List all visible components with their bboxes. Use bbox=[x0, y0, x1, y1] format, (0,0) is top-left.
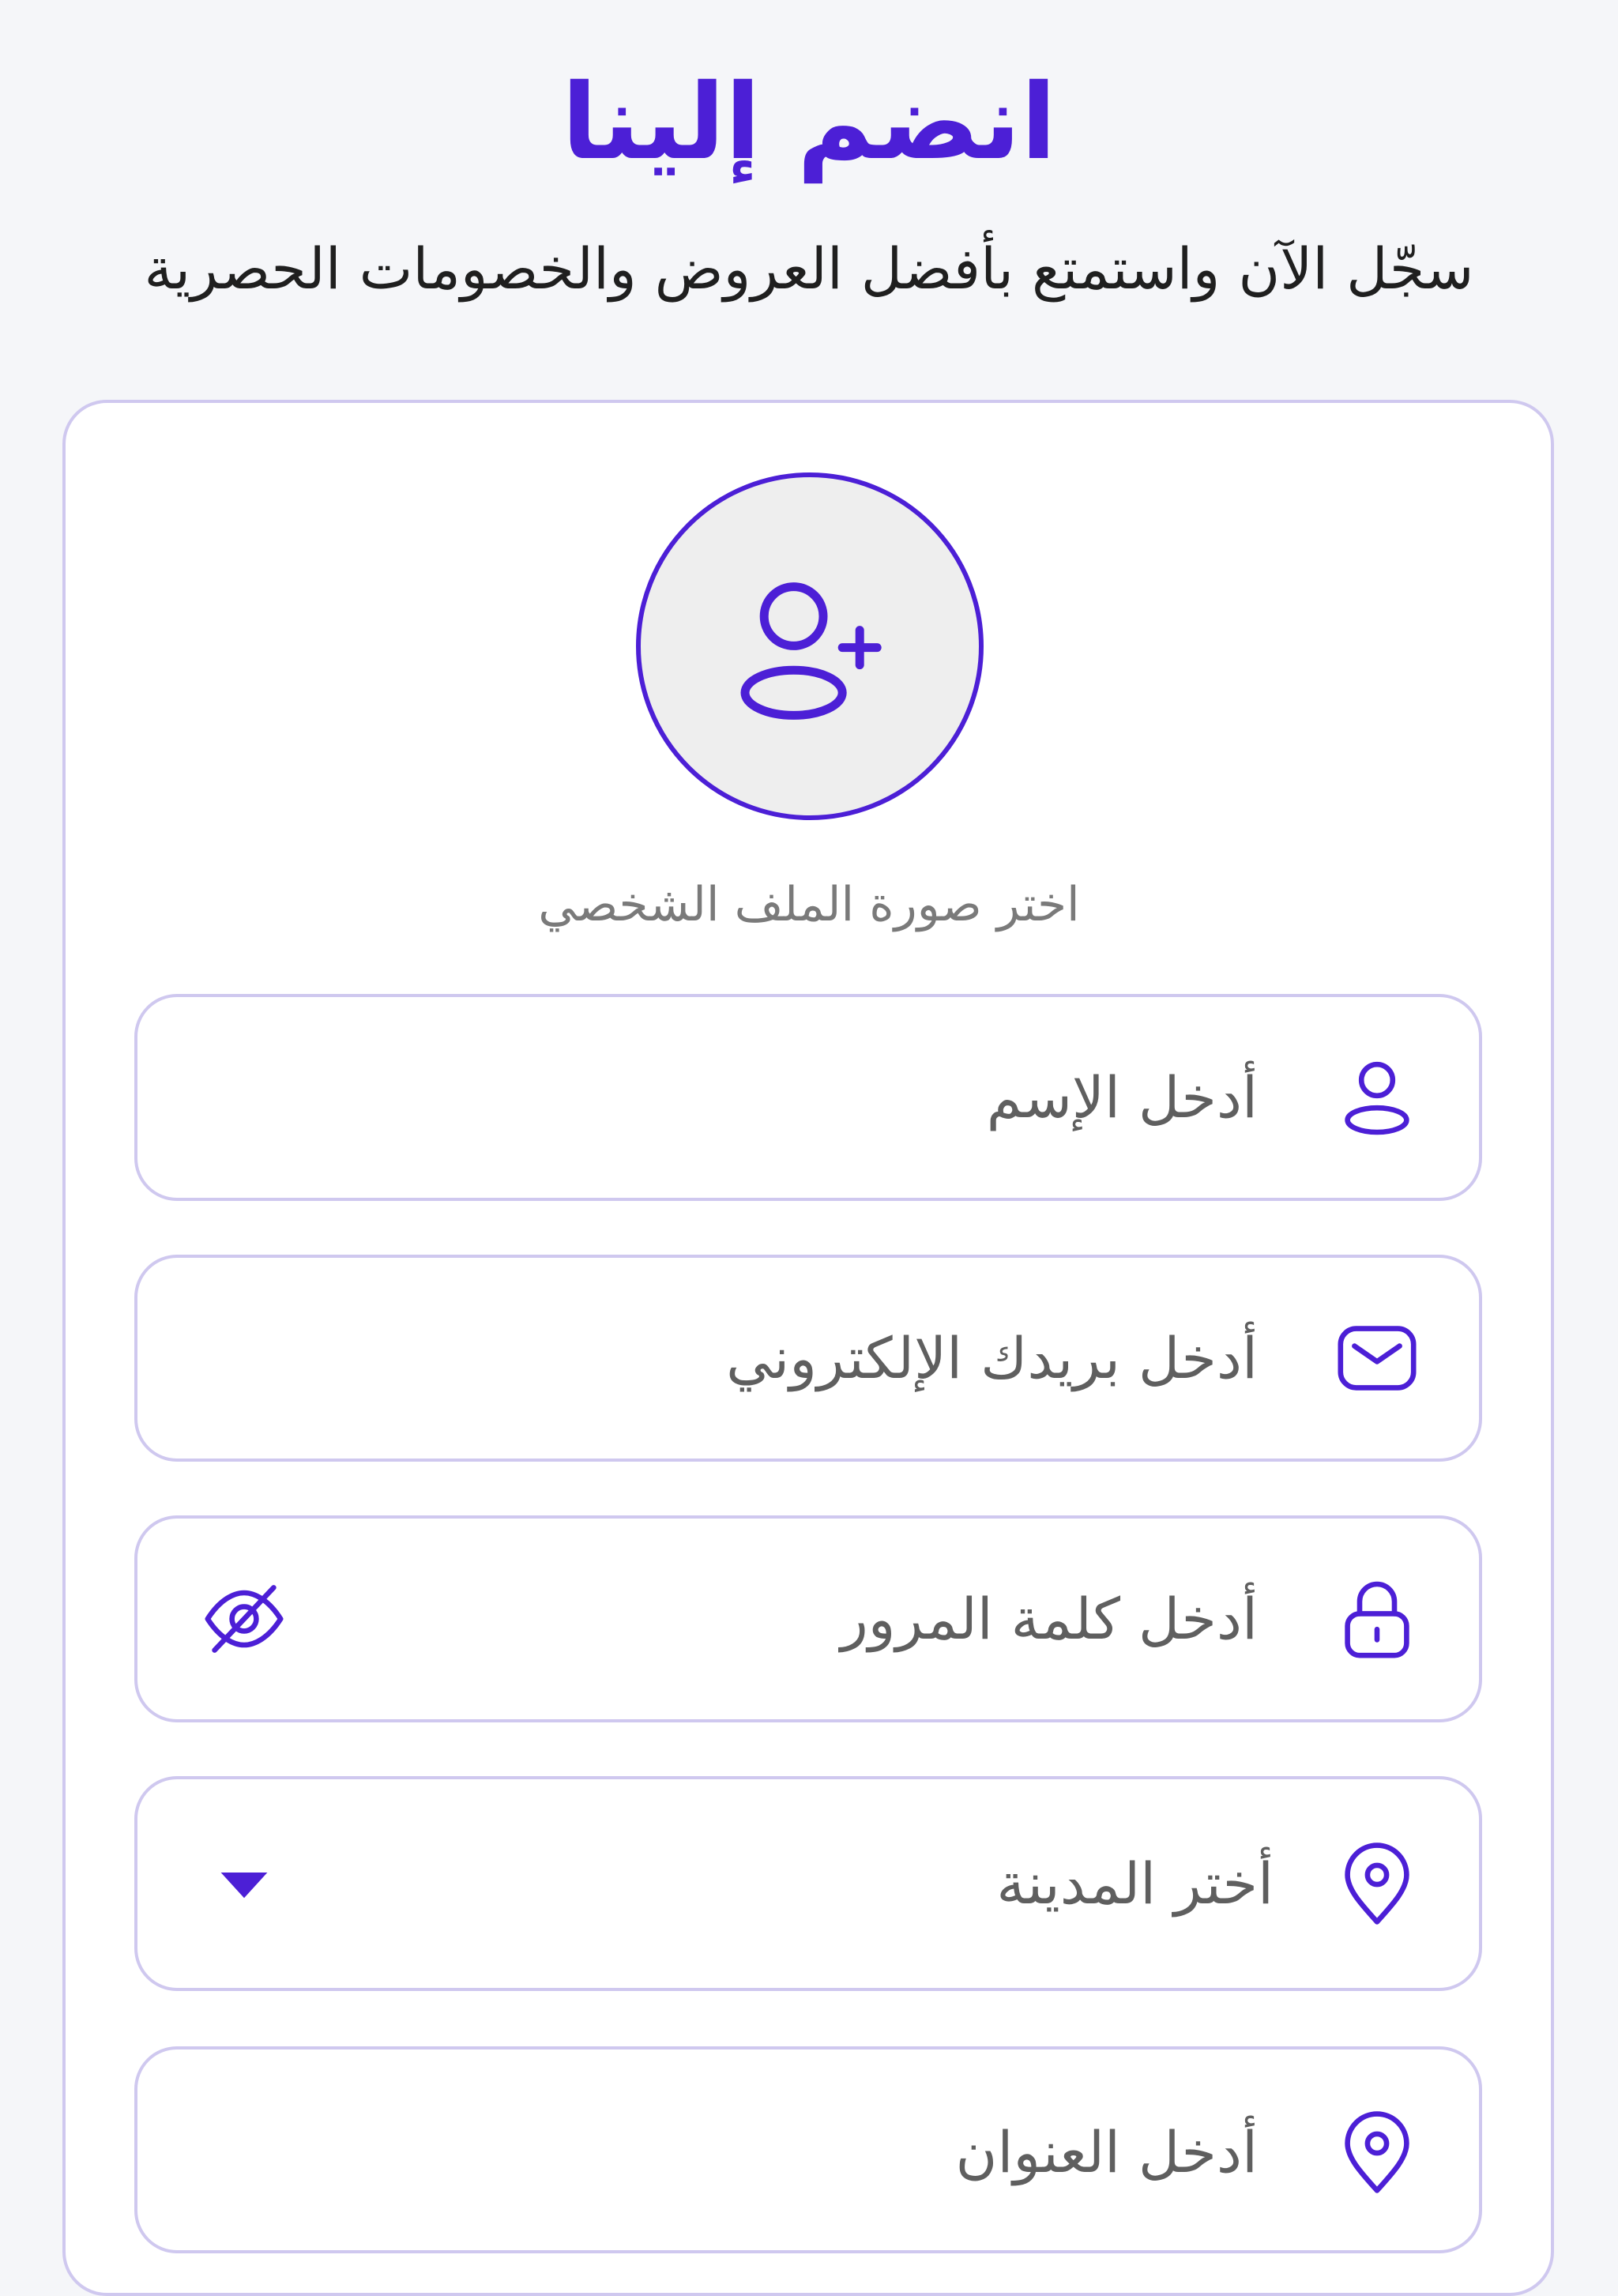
address-placeholder: أدخل العنوان bbox=[955, 2119, 1258, 2185]
lock-icon bbox=[1334, 1575, 1420, 1662]
city-placeholder: أختر المدينة bbox=[996, 1850, 1274, 1917]
profile-photo-picker[interactable] bbox=[636, 472, 984, 820]
address-field[interactable]: أدخل العنوان bbox=[134, 2046, 1482, 2253]
location-pin-icon bbox=[1334, 2109, 1420, 2196]
eye-off-icon[interactable] bbox=[201, 1575, 288, 1662]
name-field[interactable]: أدخل الإسم bbox=[134, 994, 1482, 1201]
password-placeholder: أدخل كلمة المرور bbox=[840, 1586, 1258, 1652]
location-pin-icon bbox=[1334, 1840, 1420, 1927]
mail-icon bbox=[1334, 1315, 1420, 1402]
user-icon bbox=[1334, 1054, 1420, 1141]
email-placeholder: أدخل بريدك الإلكتروني bbox=[726, 1325, 1258, 1391]
page-subtitle: سجّل الآن واستمتع بأفضل العروض والخصومات… bbox=[144, 235, 1474, 302]
profile-photo-label: اختر صورة الملف الشخصي bbox=[538, 877, 1080, 932]
caret-down-icon[interactable] bbox=[216, 1856, 272, 1911]
user-plus-icon bbox=[740, 582, 882, 720]
city-select[interactable]: أختر المدينة bbox=[134, 1776, 1482, 1991]
password-field[interactable]: أدخل كلمة المرور bbox=[134, 1515, 1482, 1722]
email-field[interactable]: أدخل بريدك الإلكتروني bbox=[134, 1255, 1482, 1462]
name-placeholder: أدخل الإسم bbox=[986, 1064, 1258, 1131]
page-title: انضم إلينا bbox=[561, 62, 1057, 183]
